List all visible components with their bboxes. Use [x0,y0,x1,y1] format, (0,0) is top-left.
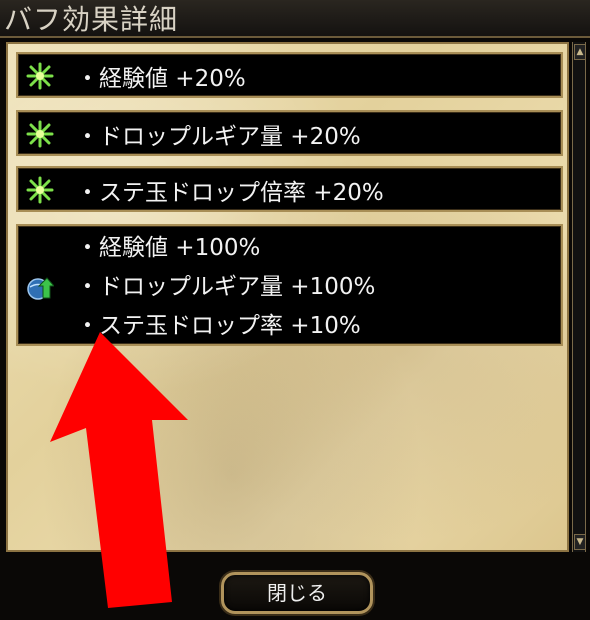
buff-line: ・ステ玉ドロップ倍率 +20% [76,180,384,206]
scroll-up-icon[interactable]: ▲ [574,44,586,60]
buff-row: ・経験値 +100% ・ドロップルギア量 +100% ・ステ玉ドロップ率 +10… [16,224,563,346]
buff-row: ・ステ玉ドロップ倍率 +20% [16,166,563,212]
globe-arrow-icon [26,274,56,302]
buff-line: ・経験値 +20% [76,66,246,92]
green-sparkle-icon [26,120,54,148]
scrollbar[interactable]: ▲ ▼ [572,42,586,552]
window-title: バフ効果詳細 [4,3,179,36]
buff-line: ・ドロップルギア量 +100% [76,274,376,300]
green-sparkle-icon [26,62,54,90]
buff-line: ・経験値 +100% [76,235,261,261]
buff-row: ・経験値 +20% [16,52,563,98]
buff-row: ・ドロップルギア量 +20% [16,110,563,156]
close-button[interactable]: 閉じる [221,572,373,614]
buff-text: ・ドロップルギア量 +20% [76,117,361,151]
buff-line: ・ドロップルギア量 +20% [76,124,361,150]
title-bar: バフ効果詳細 [0,0,590,38]
buff-text: ・経験値 +100% ・ドロップルギア量 +100% ・ステ玉ドロップ率 +10… [76,229,375,346]
red-arrow-annotation-icon [50,332,188,608]
green-sparkle-icon [26,176,54,204]
buff-text: ・ステ玉ドロップ倍率 +20% [76,173,384,207]
buff-text: ・経験値 +20% [76,59,246,93]
scroll-down-icon[interactable]: ▼ [574,534,586,550]
